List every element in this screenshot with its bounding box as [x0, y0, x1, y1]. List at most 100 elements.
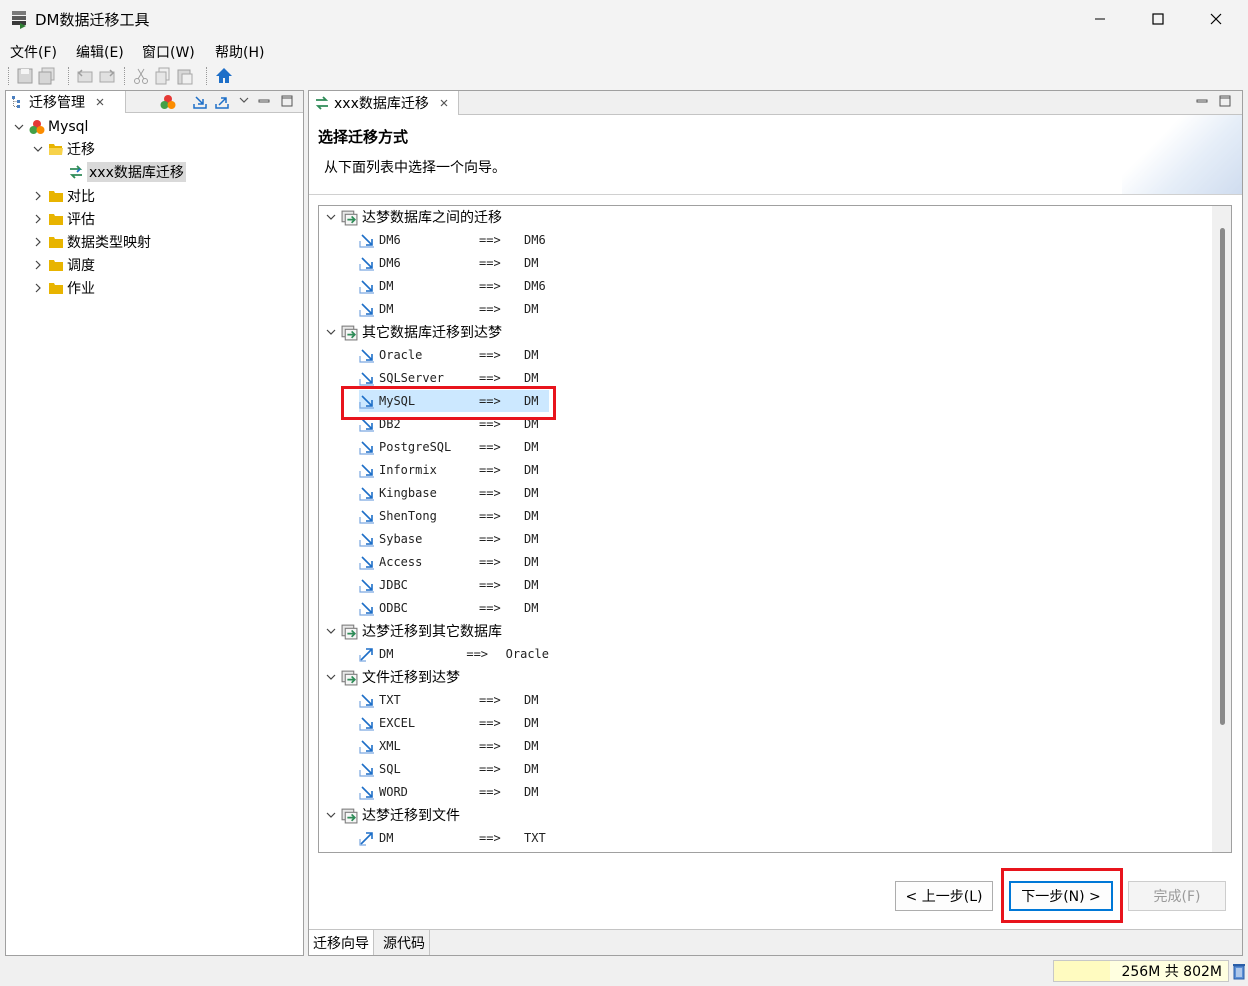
- close-tab-icon[interactable]: [95, 97, 105, 107]
- tree-item-migration[interactable]: 迁移: [32, 138, 95, 160]
- database-connection-icon: [29, 120, 45, 134]
- tree-item-jobs[interactable]: 作业: [32, 277, 95, 299]
- menu-file[interactable]: 文件(F): [10, 42, 57, 62]
- cut-icon[interactable]: [132, 67, 150, 85]
- wizard-item-shentong-to-dm[interactable]: ShenTong ==> DM: [359, 505, 549, 527]
- tree-item-compare[interactable]: 对比: [32, 185, 95, 207]
- chevron-down-icon[interactable]: [325, 625, 337, 637]
- import-arrow-icon: [359, 280, 374, 294]
- tree-root-mysql[interactable]: Mysql: [13, 116, 88, 138]
- save-all-icon[interactable]: [38, 67, 56, 85]
- wizard-item-dm-to-txt[interactable]: DM ==> TXT: [359, 827, 549, 849]
- copy-icon[interactable]: [154, 67, 172, 85]
- wizard-item-dm6-to-dm[interactable]: DM6 ==> DM: [359, 252, 549, 274]
- wizard-group[interactable]: 其它数据库迁移到达梦: [325, 321, 502, 343]
- scrollbar-thumb[interactable]: [1220, 228, 1225, 725]
- maximize-icon: [1152, 13, 1164, 25]
- save-icon[interactable]: [16, 67, 34, 85]
- editor-panel: xxx数据库迁移 选择迁移方式 从下面列表中选择一个向导。 达梦数据库之间的迁移…: [308, 90, 1243, 956]
- chevron-down-icon[interactable]: [325, 809, 337, 821]
- tree-item-type-mapping[interactable]: 数据类型映射: [32, 231, 151, 253]
- import-arrow-icon: [359, 556, 374, 570]
- finish-button[interactable]: 完成(F): [1128, 881, 1226, 911]
- tab-migration-wizard[interactable]: 迁移向导: [309, 930, 374, 955]
- chevron-right-icon[interactable]: [32, 236, 44, 248]
- wizard-group[interactable]: 文件迁移到达梦: [325, 666, 460, 688]
- export-arrow-icon: [359, 832, 373, 846]
- wizard-item-sybase-to-dm[interactable]: Sybase ==> DM: [359, 528, 549, 550]
- menu-help[interactable]: 帮助(H): [215, 42, 264, 62]
- wizard-item-dm-to-oracle[interactable]: DM ==> Oracle: [359, 643, 549, 665]
- minimize-button[interactable]: [1071, 0, 1129, 38]
- toolbar-separator: [206, 67, 207, 85]
- menu-edit[interactable]: 编辑(E): [76, 42, 124, 62]
- wizard-item-word-to-dm[interactable]: WORD ==> DM: [359, 781, 549, 803]
- close-tab-icon[interactable]: [439, 98, 449, 108]
- tab-source-code[interactable]: 源代码: [379, 930, 430, 955]
- wizard-group[interactable]: 达梦数据库之间的迁移: [325, 206, 502, 228]
- view-menu-icon[interactable]: [239, 95, 249, 105]
- garbage-collect-icon[interactable]: [1232, 962, 1246, 980]
- wizard-title: 选择迁移方式: [318, 128, 409, 146]
- maximize-button[interactable]: [1129, 0, 1187, 38]
- chevron-down-icon[interactable]: [13, 121, 25, 133]
- wizard-item-target: DM: [524, 440, 539, 454]
- wizard-item-dm-to-dm[interactable]: DM ==> DM: [359, 298, 549, 320]
- maximize-view-icon[interactable]: [1219, 95, 1231, 107]
- wizard-item-postgresql-to-dm[interactable]: PostgreSQL ==> DM: [359, 436, 549, 458]
- chevron-right-icon[interactable]: [32, 213, 44, 225]
- import-arrow-icon: [359, 602, 374, 616]
- tab-migration-manager[interactable]: 迁移管理: [6, 91, 126, 113]
- chevron-right-icon[interactable]: [32, 190, 44, 202]
- chevron-down-icon[interactable]: [325, 671, 337, 683]
- paste-icon[interactable]: [176, 67, 194, 85]
- redo-icon[interactable]: [98, 67, 116, 85]
- close-button[interactable]: [1187, 0, 1245, 38]
- wizard-group-label: 其它数据库迁移到达梦: [362, 325, 502, 341]
- wizard-group-icon: [341, 670, 358, 685]
- wizard-item-dm-to-dm6[interactable]: DM ==> DM6: [359, 275, 549, 297]
- wizard-item-excel-to-dm[interactable]: EXCEL ==> DM: [359, 712, 549, 734]
- annotation-highlight-mysql: [341, 386, 556, 420]
- wizard-item-access-to-dm[interactable]: Access ==> DM: [359, 551, 549, 573]
- wizard-item-source: DM: [379, 302, 394, 316]
- import-icon[interactable]: [192, 94, 208, 110]
- wizard-item-informix-to-dm[interactable]: Informix ==> DM: [359, 459, 549, 481]
- undo-icon[interactable]: [76, 67, 94, 85]
- wizard-item-arrow: ==>: [479, 785, 501, 799]
- tree-item-schedule[interactable]: 调度: [32, 254, 95, 276]
- export-icon[interactable]: [214, 94, 230, 110]
- heap-status[interactable]: 256M 共 802M: [1053, 960, 1229, 982]
- minimize-view-icon[interactable]: [1196, 95, 1208, 107]
- wizard-item-arrow: ==>: [479, 233, 501, 247]
- wizard-group[interactable]: 达梦迁移到其它数据库: [325, 620, 502, 642]
- minimize-view-icon[interactable]: [258, 95, 270, 107]
- tab-xxx-migration[interactable]: xxx数据库迁移: [309, 91, 459, 115]
- toolbar: [0, 62, 1248, 90]
- wizard-item-sql-to-dm[interactable]: SQL ==> DM: [359, 758, 549, 780]
- chevron-down-icon[interactable]: [325, 326, 337, 338]
- wizard-list[interactable]: 达梦数据库之间的迁移 DM6 ==> DM6 DM6 ==> DM DM ==> DM6 DM ==>…: [318, 205, 1232, 853]
- wizard-item-odbc-to-dm[interactable]: ODBC ==> DM: [359, 597, 549, 619]
- vertical-scrollbar[interactable]: [1212, 206, 1231, 852]
- wizard-item-kingbase-to-dm[interactable]: Kingbase ==> DM: [359, 482, 549, 504]
- wizard-item-target: Oracle: [505, 647, 549, 661]
- wizard-item-xml-to-dm[interactable]: XML ==> DM: [359, 735, 549, 757]
- wizard-item-source: DM: [379, 831, 394, 845]
- wizard-item-txt-to-dm[interactable]: TXT ==> DM: [359, 689, 549, 711]
- wizard-item-oracle-to-dm[interactable]: Oracle ==> DM: [359, 344, 549, 366]
- connections-icon[interactable]: [160, 94, 176, 110]
- chevron-right-icon[interactable]: [32, 259, 44, 271]
- chevron-down-icon[interactable]: [32, 143, 44, 155]
- menu-window[interactable]: 窗口(W): [142, 42, 195, 62]
- wizard-item-jdbc-to-dm[interactable]: JDBC ==> DM: [359, 574, 549, 596]
- wizard-item-dm6-to-dm6[interactable]: DM6 ==> DM6: [359, 229, 549, 251]
- chevron-down-icon[interactable]: [325, 211, 337, 223]
- wizard-group[interactable]: 达梦迁移到文件: [325, 804, 460, 826]
- back-button[interactable]: < 上一步(L): [895, 881, 993, 911]
- tree-item-xxx-migration[interactable]: xxx数据库迁移: [68, 161, 186, 183]
- maximize-view-icon[interactable]: [281, 95, 293, 107]
- home-icon[interactable]: [215, 67, 233, 85]
- chevron-right-icon[interactable]: [32, 282, 44, 294]
- tree-item-assess[interactable]: 评估: [32, 208, 95, 230]
